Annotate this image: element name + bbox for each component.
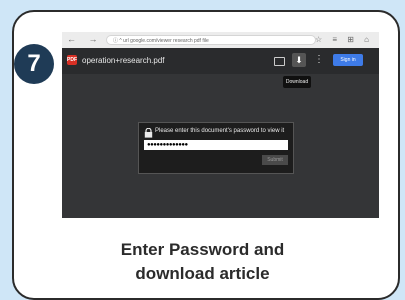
- pdf-file-icon: PDF: [67, 55, 77, 65]
- step-number-badge: 7: [14, 44, 54, 84]
- browser-screenshot: ← → ↻ ⓘ ^ url google.com/viewer research…: [62, 32, 379, 218]
- password-dialog: Please enter this document's password to…: [138, 122, 294, 174]
- browser-action-icons[interactable]: ☆ ≡ ⊞ ⌂: [315, 35, 373, 44]
- dialog-title: Please enter this document's password to…: [155, 128, 285, 134]
- print-icon[interactable]: [274, 57, 285, 66]
- caption-line-2: download article: [135, 264, 270, 283]
- browser-toolbar: ← → ↻ ⓘ ^ url google.com/viewer research…: [62, 32, 379, 48]
- more-options-icon[interactable]: ⋮: [314, 54, 324, 66]
- password-input[interactable]: ●●●●●●●●●●●●●: [144, 140, 288, 150]
- pdf-filename: operation+research.pdf: [82, 56, 165, 65]
- download-tooltip: Download: [283, 76, 311, 88]
- download-button[interactable]: ⬇: [292, 53, 306, 67]
- caption: Enter Password and download article: [0, 238, 405, 286]
- caption-line-1: Enter Password and: [120, 240, 285, 259]
- pdf-viewer-toolbar: PDF operation+research.pdf ⬇ ⋮ Sign in: [62, 48, 379, 74]
- sign-in-button[interactable]: Sign in: [333, 54, 363, 66]
- lock-icon: [144, 128, 153, 138]
- address-bar[interactable]: ⓘ ^ url google.com/viewer research pdf f…: [106, 35, 316, 45]
- submit-button[interactable]: Submit: [262, 155, 288, 165]
